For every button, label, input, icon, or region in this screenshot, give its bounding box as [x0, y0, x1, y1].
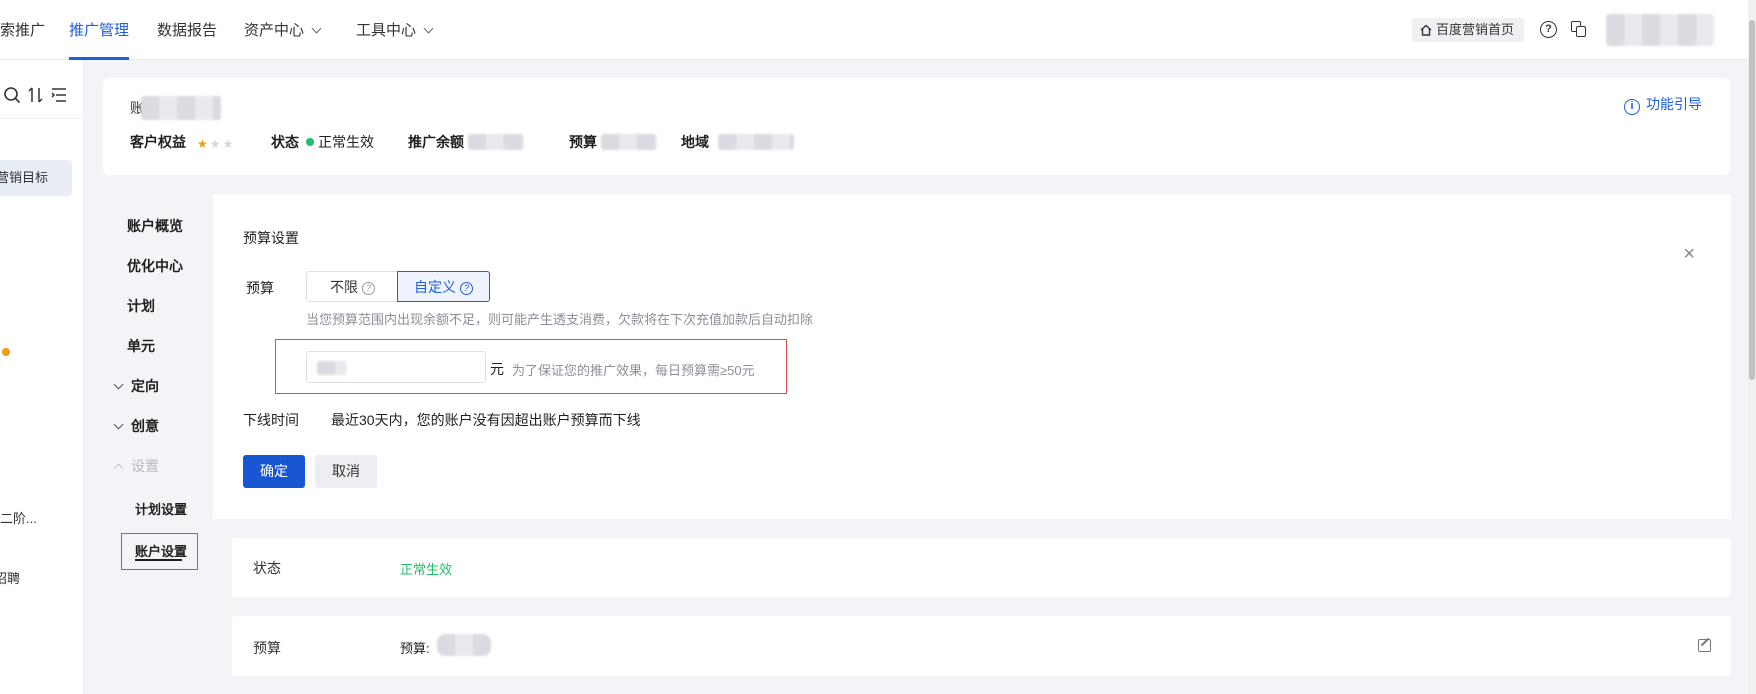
menu-item-plan[interactable]: 计划	[127, 296, 155, 316]
status-info-label: 状态	[253, 560, 281, 576]
panel-title: 预算设置	[243, 230, 299, 246]
left-sidebar: 营销目标 二阶... 招聘	[0, 60, 84, 694]
nav-promotion-management[interactable]: 推广管理	[69, 0, 130, 60]
sidebar-item-marketing-goal[interactable]: 营销目标	[0, 160, 72, 196]
menu-item-account-overview[interactable]: 账户概览	[127, 216, 183, 236]
sidebar-divider	[0, 118, 84, 119]
menu-item-targeting[interactable]: 定向	[113, 376, 159, 396]
budget-info-card: 预算 预算:	[232, 616, 1731, 676]
menu-item-plan-settings[interactable]: 计划设置	[135, 499, 187, 518]
help-icon[interactable]: ?	[1540, 21, 1557, 38]
menu-item-settings[interactable]: 设置	[113, 456, 159, 476]
active-menu-underline	[135, 559, 182, 561]
info-icon: i	[1624, 99, 1640, 115]
menu-item-account-settings[interactable]: 账户设置	[135, 541, 187, 560]
chevron-down-icon	[423, 23, 434, 34]
status-dot	[2, 348, 10, 356]
status-info-card: 状态 正常生效	[232, 538, 1731, 597]
chevron-down-icon	[311, 23, 322, 34]
budget-info-label: 预算	[253, 640, 281, 656]
budget-settings-panel: 预算设置 × 预算 不限? 自定义? 当您预算范围内出现余额不足，则可能产生透支…	[213, 194, 1731, 519]
budget-amount-redacted	[317, 361, 347, 375]
balance-label: 推广余额	[408, 134, 464, 150]
status-info-value: 正常生效	[400, 562, 453, 577]
copy-icon[interactable]	[1571, 21, 1587, 38]
chevron-down-icon	[113, 379, 124, 390]
budget-info-redacted	[437, 634, 491, 656]
region-value-redacted	[718, 134, 794, 150]
budget-row-label: 预算	[246, 280, 274, 296]
account-name-redacted	[141, 96, 221, 120]
customer-rights-label: 客户权益	[130, 134, 186, 150]
account-header-card: 账 客户权益 ★★★ 状态 正常生效 推广余额 预算 地域 i 功能引导	[103, 78, 1730, 175]
budget-value-redacted	[601, 134, 657, 150]
star-empty-icon: ★	[222, 137, 236, 151]
confirm-button[interactable]: 确定	[243, 455, 305, 488]
region-label: 地域	[681, 134, 709, 150]
nav-data-report[interactable]: 数据报告	[157, 0, 217, 60]
budget-option-unlimited[interactable]: 不限?	[306, 271, 398, 302]
page-scrollbar-thumb[interactable]	[1749, 20, 1755, 380]
edit-icon[interactable]	[1698, 639, 1711, 652]
status-dot-icon	[306, 138, 314, 146]
sidebar-item-stage[interactable]: 二阶...	[0, 508, 40, 527]
user-account-menu[interactable]	[1606, 14, 1714, 46]
close-icon[interactable]: ×	[1683, 244, 1695, 264]
star-filled-icon: ★	[197, 137, 210, 151]
balance-value-redacted	[468, 134, 524, 150]
top-nav: 索推广 推广管理 数据报告 资产中心 工具中心 百度营销首页 ?	[0, 0, 1756, 60]
rating-stars: ★★★	[197, 137, 235, 151]
home-icon	[1420, 24, 1432, 36]
offline-time-value: 最近30天内，您的账户没有因超出账户预算而下线	[331, 412, 641, 428]
currency-unit: 元	[490, 361, 504, 377]
cancel-button[interactable]: 取消	[315, 455, 377, 488]
list-filter-icon[interactable]	[50, 86, 68, 104]
nav-tool-center[interactable]: 工具中心	[356, 0, 434, 60]
offline-time-label: 下线时间	[243, 412, 299, 428]
chevron-up-icon	[113, 463, 124, 474]
sort-icon[interactable]	[27, 86, 45, 104]
chevron-down-icon	[113, 419, 124, 430]
question-icon[interactable]: ?	[460, 282, 473, 295]
sidebar-item-recruit[interactable]: 招聘	[0, 568, 20, 587]
menu-item-creative[interactable]: 创意	[113, 416, 159, 436]
feature-guide-link[interactable]: i 功能引导	[1624, 94, 1702, 115]
search-icon[interactable]	[3, 86, 21, 104]
baidu-marketing-home-button[interactable]: 百度营销首页	[1412, 18, 1525, 42]
budget-amount-input[interactable]	[306, 351, 486, 383]
overdraft-hint: 当您预算范围内出现余额不足，则可能产生透支消费，欠款将在下次充值加款后自动扣除	[306, 312, 814, 327]
question-icon[interactable]: ?	[362, 282, 375, 295]
budget-option-custom[interactable]: 自定义?	[397, 271, 490, 302]
nav-search-promotion[interactable]: 索推广	[0, 0, 45, 60]
menu-item-optimization-center[interactable]: 优化中心	[127, 256, 183, 276]
menu-item-unit[interactable]: 单元	[127, 336, 155, 356]
nav-asset-center[interactable]: 资产中心	[244, 0, 322, 60]
star-empty-icon: ★	[209, 137, 223, 151]
minimum-budget-hint: 为了保证您的推广效果，每日预算需≥50元	[512, 363, 755, 378]
account-status: 状态 正常生效	[271, 134, 374, 150]
budget-label: 预算	[569, 134, 597, 150]
budget-info-value: 预算:	[400, 641, 430, 656]
